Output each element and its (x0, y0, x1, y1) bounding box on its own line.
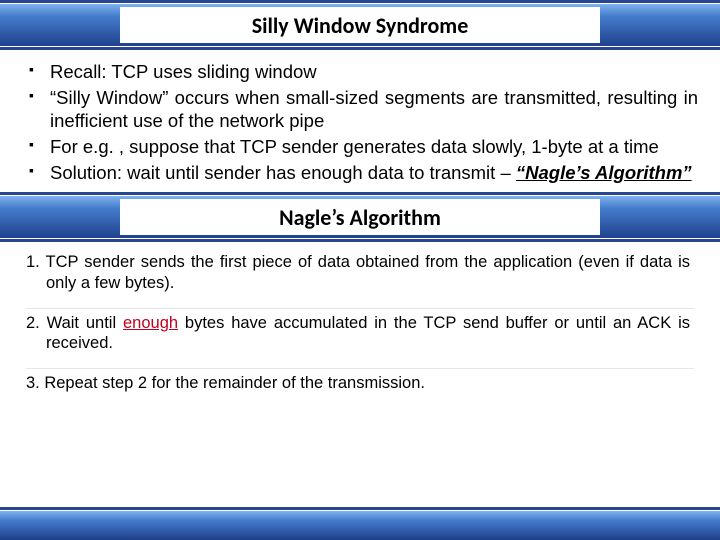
subsection-header-banner: Nagle’s Algorithm (0, 192, 720, 242)
step-text: 2. Wait until (26, 314, 123, 332)
subsection-header-title: Nagle’s Algorithm (279, 204, 441, 231)
section-header-title: Silly Window Syndrome (252, 12, 469, 39)
nagle-emphasis: “Nagle’s Algorithm” (516, 162, 692, 183)
bullet-content: Recall: TCP uses sliding window “Silly W… (0, 50, 720, 192)
bullet-text: Solution: wait until sender has enough d… (50, 162, 516, 183)
footer-bar (0, 507, 720, 540)
bullet-item: Recall: TCP uses sliding window (26, 60, 698, 84)
slide: Silly Window Syndrome Recall: TCP uses s… (0, 0, 720, 540)
bullet-item: “Silly Window” occurs when small-sized s… (26, 86, 698, 133)
enough-keyword: enough (123, 314, 178, 332)
section-header-plate: Silly Window Syndrome (120, 7, 600, 43)
step-item: 3. Repeat step 2 for the remainder of th… (26, 369, 694, 408)
section-header-banner: Silly Window Syndrome (0, 0, 720, 50)
bullet-list: Recall: TCP uses sliding window “Silly W… (26, 60, 698, 184)
bullet-item: For e.g. , suppose that TCP sender gener… (26, 135, 698, 159)
step-item: 1. TCP sender sends the first piece of d… (26, 248, 694, 308)
subsection-header-plate: Nagle’s Algorithm (120, 199, 600, 235)
bullet-item: Solution: wait until sender has enough d… (26, 161, 698, 185)
steps-list: 1. TCP sender sends the first piece of d… (18, 248, 702, 407)
step-item: 2. Wait until enough bytes have accumula… (26, 309, 694, 369)
